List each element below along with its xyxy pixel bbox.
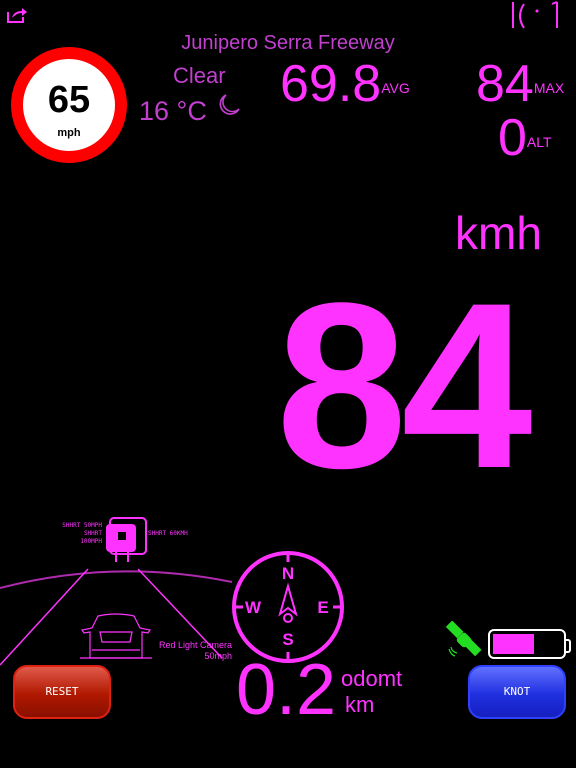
weather-condition: Clear bbox=[173, 63, 226, 88]
car-icon bbox=[80, 613, 152, 659]
share-icon[interactable] bbox=[6, 6, 28, 24]
battery-level bbox=[493, 634, 534, 654]
odometer-label: odomt km bbox=[341, 666, 402, 718]
compass-w: W bbox=[245, 598, 262, 617]
camera-left-line2: SHHRT bbox=[83, 530, 102, 537]
current-speed: 84 bbox=[276, 254, 533, 518]
odometer-value: 0.2 bbox=[236, 650, 337, 730]
camera-label-right: SHHRT 60KMH bbox=[148, 530, 188, 537]
avg-value: 69.8 bbox=[280, 55, 382, 113]
alt-value: 0 bbox=[498, 109, 527, 167]
satellite-icon bbox=[445, 621, 482, 657]
odometer-label-text: odomt bbox=[341, 666, 403, 691]
max-label: MAX bbox=[533, 80, 565, 96]
camera-left-line1: SHHRT 50MPH bbox=[62, 522, 102, 529]
wifi-signal-icon bbox=[512, 1, 558, 29]
camera-label-left: SHHRT 50MPH SHHRT 100MPH bbox=[50, 522, 102, 546]
battery-icon bbox=[488, 629, 571, 659]
speed-limit-unit: mph bbox=[57, 127, 81, 139]
speed-limit-value: 65 bbox=[47, 79, 91, 121]
speed-camera-icon bbox=[106, 517, 147, 562]
reset-button[interactable]: RESET bbox=[13, 665, 111, 719]
camera-alert: Red Light Camera 50mph bbox=[158, 640, 232, 661]
avg-speed: 69.8AVG bbox=[280, 58, 410, 110]
odometer-unit: km bbox=[345, 692, 375, 717]
max-speed: 84MAX bbox=[476, 58, 564, 110]
temperature: 16 °C bbox=[139, 96, 207, 126]
compass-s: S bbox=[282, 630, 293, 649]
speed-limit-sign: 65 mph bbox=[11, 47, 127, 163]
alt-label: ALT bbox=[526, 134, 552, 150]
speed-unit: kmh bbox=[455, 207, 542, 259]
max-value: 84 bbox=[476, 55, 534, 113]
camera-left-line3: 100MPH bbox=[80, 538, 102, 545]
moon-icon bbox=[219, 94, 240, 115]
compass-n: N bbox=[282, 564, 294, 583]
altitude: 0ALT bbox=[498, 112, 552, 164]
knot-button[interactable]: KNOT bbox=[468, 665, 566, 719]
avg-label: AVG bbox=[381, 80, 410, 96]
compass-e: E bbox=[317, 598, 328, 617]
compass-icon: N S W E bbox=[232, 551, 344, 663]
street-name: Junipero Serra Freeway bbox=[181, 32, 395, 54]
